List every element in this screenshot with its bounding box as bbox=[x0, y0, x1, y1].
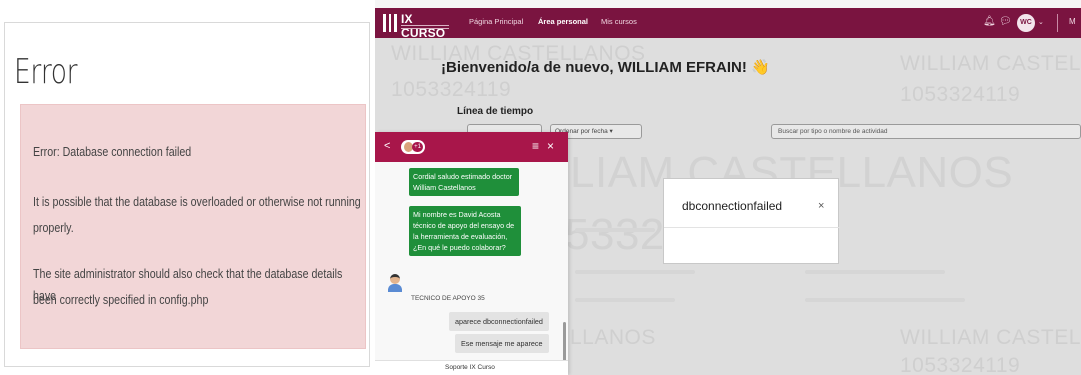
user-menu-partial[interactable]: M bbox=[1069, 16, 1076, 28]
watermark-name-bottom-right: WILLIAM CASTEL bbox=[900, 326, 1081, 349]
error-detail-1b: properly. bbox=[33, 220, 74, 235]
chat-widget: < +1 ≡ × Cordial saludo estimado doctor … bbox=[375, 132, 568, 375]
skeleton-line bbox=[575, 298, 675, 302]
chat-footer-label: Soporte IX Curso bbox=[445, 364, 495, 371]
close-icon[interactable]: × bbox=[818, 200, 824, 212]
error-message-box: Error: Database connection failed It is … bbox=[20, 104, 366, 349]
participant-badge: +1 bbox=[412, 142, 423, 152]
user-message: Ese mensaje me aparece bbox=[455, 334, 549, 353]
top-strip bbox=[375, 0, 1081, 8]
watermark-name-right: WILLIAM CASTEL bbox=[900, 52, 1081, 75]
user-message: aparece dbconnectionfailed bbox=[449, 312, 549, 331]
agent-name: TECNICO DE APOYO 35 bbox=[411, 295, 485, 302]
agent-message: Cordial saludo estimado doctor William C… bbox=[409, 168, 519, 196]
agent-body bbox=[388, 284, 402, 292]
error-modal: dbconnectionfailed × bbox=[663, 178, 840, 264]
logo-underline bbox=[401, 25, 449, 26]
bell-icon[interactable]: 🔔︎ bbox=[983, 16, 996, 28]
agent-message: Mi nombre es David Acosta técnico de apo… bbox=[409, 206, 521, 256]
nav-home[interactable]: Página Principal bbox=[469, 17, 523, 26]
agent-head bbox=[390, 274, 400, 284]
logo-text: IX CURSO bbox=[401, 12, 446, 40]
watermark-id-right: 1053324119 bbox=[900, 83, 1021, 106]
chat-header: < +1 ≡ × bbox=[375, 132, 568, 162]
error-title: Error bbox=[14, 52, 78, 92]
site-logo[interactable]: IX CURSO bbox=[383, 12, 453, 40]
nav-personal-area[interactable]: Área personal bbox=[538, 17, 588, 26]
skeleton-line bbox=[575, 228, 655, 232]
divider bbox=[1057, 14, 1058, 32]
error-detail-2b: been correctly specified in config.php bbox=[33, 292, 209, 307]
skeleton-line bbox=[805, 270, 945, 274]
timeline-heading: Línea de tiempo bbox=[457, 106, 534, 117]
top-navbar: IX CURSO Página Principal Área personal … bbox=[375, 8, 1081, 40]
nav-my-courses[interactable]: Mis cursos bbox=[601, 17, 637, 26]
modal-message: dbconnectionfailed bbox=[682, 199, 783, 213]
lms-app: IX CURSO Página Principal Área personal … bbox=[375, 0, 1081, 375]
watermark-id: 1053324119 bbox=[391, 78, 512, 101]
error-message: Error: Database connection failed bbox=[33, 144, 192, 159]
chat-bubble-icon[interactable]: 💬︎ bbox=[999, 16, 1012, 28]
chat-messages: Cordial saludo estimado doctor William C… bbox=[375, 162, 568, 360]
chat-participants[interactable]: +1 bbox=[401, 140, 425, 154]
back-icon[interactable]: < bbox=[384, 140, 390, 152]
error-detail-1a: It is possible that the database is over… bbox=[33, 194, 361, 209]
skeleton-line bbox=[805, 298, 965, 302]
main-content: WILLIAM CASTELLANOS 1053324119 WILLIAM C… bbox=[375, 38, 1081, 375]
error-page: Error Error: Database connection failed … bbox=[0, 0, 373, 375]
modal-divider bbox=[664, 227, 840, 228]
chevron-down-icon[interactable]: ⌄ bbox=[1038, 17, 1044, 29]
welcome-heading: ¡Bienvenido/a de nuevo, WILLIAM EFRAIN! … bbox=[441, 59, 770, 76]
close-icon[interactable]: × bbox=[547, 139, 554, 153]
watermark-id-bottom-right: 1053324119 bbox=[900, 354, 1021, 375]
skeleton-line bbox=[575, 270, 695, 274]
agent-avatar bbox=[387, 274, 403, 292]
menu-icon[interactable]: ≡ bbox=[532, 139, 539, 153]
watermark-name-bottom: LLANOS bbox=[570, 326, 656, 349]
user-avatar[interactable]: WC bbox=[1017, 14, 1035, 32]
chat-footer: Soporte IX Curso bbox=[375, 360, 568, 375]
logo-icon bbox=[383, 14, 397, 32]
search-input[interactable]: Buscar por tipo o nombre de actividad bbox=[771, 124, 1081, 139]
